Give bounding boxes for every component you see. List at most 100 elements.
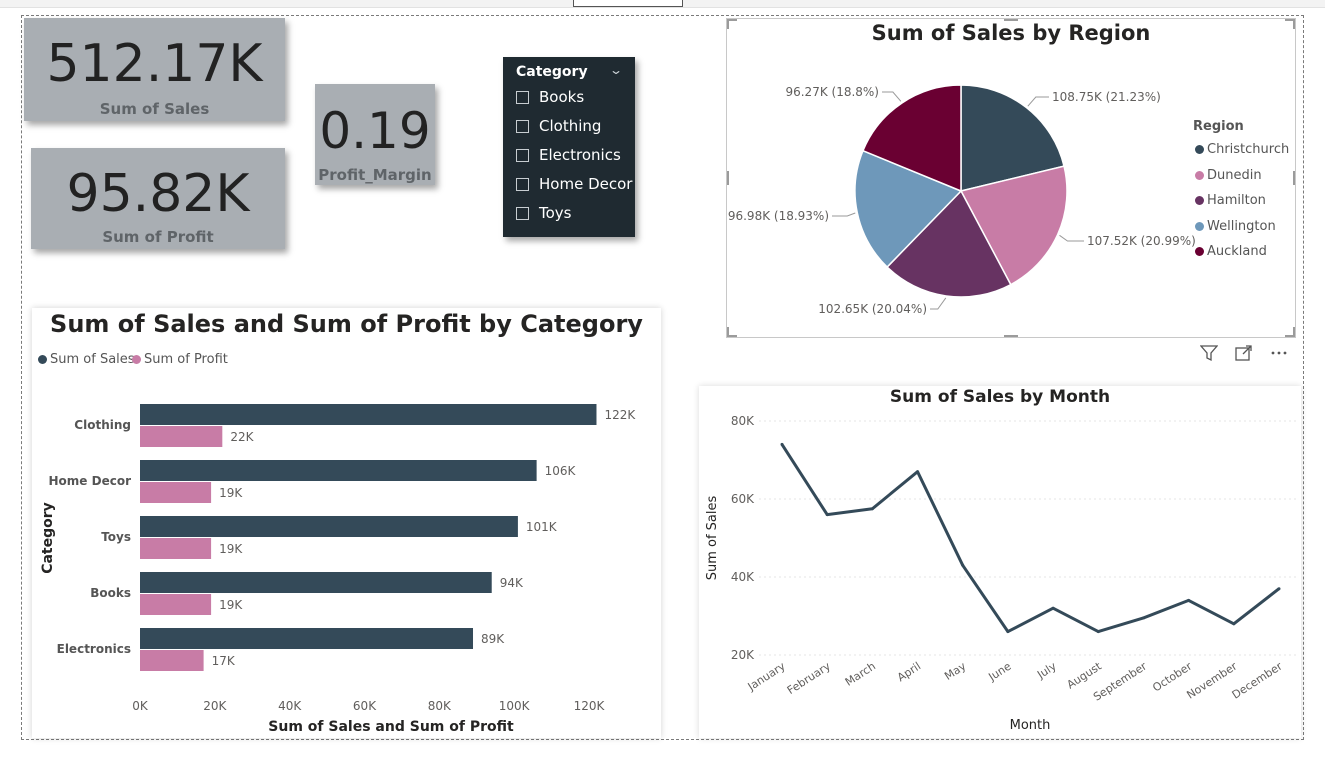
- more-options-icon[interactable]: [1268, 342, 1290, 364]
- focus-mode-icon[interactable]: [1233, 342, 1255, 364]
- resize-handle[interactable]: [1293, 327, 1295, 337]
- legend-item-dunedin[interactable]: Dunedin: [1195, 168, 1262, 183]
- resize-handle[interactable]: [1004, 19, 1018, 21]
- bar-data-label: 89K: [481, 632, 505, 646]
- resize-handle[interactable]: [727, 19, 729, 29]
- x-axis-title: Month: [1010, 718, 1051, 733]
- bar-data-label: 106K: [545, 464, 577, 478]
- line-point-november: [1232, 622, 1236, 626]
- slicer-title: Category: [516, 64, 588, 80]
- legend-label: Wellington: [1207, 218, 1276, 234]
- slicer-item-electronics[interactable]: Electronics: [516, 145, 621, 165]
- slicer-item-label: Books: [539, 88, 585, 106]
- bar-data-label: 17K: [212, 654, 236, 668]
- x-tick-label: December: [1230, 659, 1285, 701]
- legend-item-auckland[interactable]: Auckland: [1195, 244, 1267, 259]
- bar-sum-of-profit-books[interactable]: [140, 594, 212, 615]
- kpi-margin-value: 0.19: [319, 102, 431, 160]
- bar-sum-of-sales-electronics[interactable]: [140, 628, 474, 649]
- legend-item-christchurch[interactable]: Christchurch: [1195, 142, 1289, 157]
- line-chart-visual[interactable]: Sum of Sales by Month 20K 40K 60K 80K Januar…: [699, 386, 1301, 738]
- category-label: Toys: [101, 530, 131, 544]
- pie-label-leader: [832, 212, 856, 217]
- category-label: Clothing: [74, 418, 131, 432]
- line-point-january: [780, 442, 784, 446]
- checkbox[interactable]: [516, 177, 529, 191]
- line-point-august: [1096, 630, 1100, 634]
- line-point-october: [1187, 598, 1191, 602]
- slicer-item-toys[interactable]: Toys: [516, 203, 571, 223]
- checkbox[interactable]: [516, 119, 529, 133]
- line-chart-svg: 20K 40K 60K 80K JanuaryFebruary March April May…: [705, 414, 1297, 733]
- x-tick-label: 0K: [132, 699, 149, 713]
- bar-data-label: 94K: [500, 576, 524, 590]
- resize-handle[interactable]: [727, 171, 729, 185]
- resize-handle[interactable]: [727, 327, 729, 337]
- bar-sum-of-profit-electronics[interactable]: [140, 650, 204, 671]
- bar-sum-of-profit-home-decor[interactable]: [140, 482, 212, 503]
- slicer-item-books[interactable]: Books: [516, 87, 584, 107]
- checkbox[interactable]: [516, 90, 529, 104]
- kpi-card-margin[interactable]: 0.19 Profit_Margin: [315, 84, 435, 185]
- x-tick-label: 40K: [278, 699, 302, 713]
- pie-label-leader: [882, 91, 902, 102]
- slicer-item-label: Toys: [539, 204, 572, 222]
- bar-sum-of-sales-toys[interactable]: [140, 516, 518, 537]
- x-tick-label: November: [1184, 659, 1239, 701]
- x-tick-label: June: [986, 659, 1014, 684]
- legend-dot: [1195, 196, 1204, 205]
- pie-data-label: 102.65K (20.04%): [818, 302, 927, 316]
- pie-chart-visual[interactable]: Sum of Sales by Region 108.75K (21.23%) 1…: [726, 18, 1296, 338]
- resize-handle[interactable]: [1293, 19, 1295, 29]
- x-tick-label: 60K: [353, 699, 377, 713]
- bar-sum-of-profit-clothing[interactable]: [140, 426, 223, 447]
- checkbox[interactable]: [516, 206, 529, 220]
- bar-data-label: 19K: [219, 598, 243, 612]
- y-tick-label: 20K: [731, 648, 755, 662]
- bar-sum-of-profit-toys[interactable]: [140, 538, 212, 559]
- legend-label: Christchurch: [1207, 142, 1290, 157]
- x-tick-label: July: [1034, 659, 1059, 681]
- kpi-profit-label: Sum of Profit: [102, 228, 214, 246]
- x-tick-label: January: [745, 659, 788, 693]
- sales-line-series[interactable]: [780, 443, 1280, 634]
- slicer-item-label: Clothing: [539, 117, 602, 135]
- bar-sum-of-sales-books[interactable]: [140, 572, 492, 593]
- line-point-april: [916, 470, 920, 474]
- line-point-september: [1141, 616, 1145, 620]
- category-label: Electronics: [57, 642, 131, 656]
- chevron-down-icon[interactable]: ⌄: [609, 63, 623, 77]
- pie-data-label: 96.27K (18.8%): [785, 85, 879, 99]
- pie-data-label: 96.98K (18.93%): [728, 209, 829, 223]
- kpi-card-profit[interactable]: 95.82K Sum of Profit: [31, 148, 285, 249]
- slicer-item-home-decor[interactable]: Home Decor: [516, 174, 632, 194]
- category-label: Home Decor: [49, 474, 132, 488]
- resize-handle[interactable]: [1293, 171, 1295, 185]
- x-tick-label: February: [785, 659, 833, 697]
- kpi-sales-label: Sum of Sales: [99, 100, 210, 118]
- bar-data-label: 19K: [219, 486, 243, 500]
- bar-data-label: 122K: [604, 408, 636, 422]
- kpi-card-sales[interactable]: 512.17K Sum of Sales: [24, 18, 285, 121]
- line-point-december: [1277, 587, 1281, 591]
- bar-sum-of-sales-clothing[interactable]: [140, 404, 597, 425]
- bar-data-label: 19K: [219, 542, 243, 556]
- x-tick-label: 20K: [203, 699, 227, 713]
- slicer-item-clothing[interactable]: Clothing: [516, 116, 601, 136]
- bar-chart-visual[interactable]: Sum of Sales and Sum of Profit by Catego…: [32, 308, 661, 738]
- checkbox[interactable]: [516, 148, 529, 162]
- bar-data-label: 22K: [230, 430, 254, 444]
- x-tick-label: April: [895, 660, 923, 685]
- pie-label-leader: [1059, 234, 1084, 242]
- legend-dot: [1195, 247, 1204, 256]
- legend-item-wellington[interactable]: Wellington: [1195, 219, 1276, 234]
- bar-chart-svg: Clothing 122K 22K Home Decor 106K 19K Toys 101K…: [40, 404, 636, 735]
- legend-label: Hamilton: [1207, 193, 1266, 208]
- legend-dot: [1195, 221, 1204, 231]
- filter-icon[interactable]: [1198, 342, 1220, 364]
- category-slicer[interactable]: Category ⌄ Books Clothing Electronics Ho…: [503, 57, 635, 237]
- pie-data-label: 108.75K (21.23%): [1052, 90, 1161, 104]
- resize-handle[interactable]: [1004, 335, 1018, 337]
- bar-sum-of-sales-home-decor[interactable]: [140, 460, 537, 481]
- legend-item-hamilton[interactable]: Hamilton: [1195, 193, 1266, 208]
